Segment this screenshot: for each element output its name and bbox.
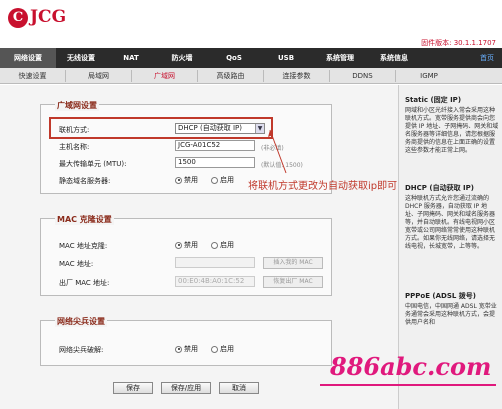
mac-address-input[interactable] bbox=[175, 257, 255, 268]
annotation-note: 将联机方式更改为自动获取ip即可 bbox=[248, 181, 398, 192]
save-apply-button[interactable]: 保存/应用 bbox=[161, 382, 211, 394]
factory-mac-label: 出厂 MAC 地址: bbox=[59, 279, 110, 287]
wormhole-crack-label: 网络尖兵破解: bbox=[59, 346, 104, 354]
radio-on-icon bbox=[175, 241, 182, 249]
save-button[interactable]: 保存 bbox=[113, 382, 153, 394]
help-pppoe-text: 中国电信，中国网通 ADSL 宽带业务通常会采用这种联机方式，会提供用户名和 bbox=[405, 303, 497, 326]
wormhole-enable-radio[interactable]: 启用 bbox=[211, 344, 234, 354]
factory-mac-input[interactable]: 00:E0:4B:A0:1C:52 bbox=[175, 276, 255, 287]
action-bar: 保存 保存/应用 取消 bbox=[40, 378, 332, 398]
radio-on-icon bbox=[175, 345, 182, 353]
mac-clone-enable-radio[interactable]: 启用 bbox=[211, 240, 234, 250]
radio-off-icon bbox=[211, 241, 218, 249]
mac-clone-enable-label: 启用 bbox=[220, 241, 234, 249]
help-dhcp-text: 这种联机方式允许您通过流确的 DHCP 服务器，自动获取 IP 地址、子网掩码、… bbox=[405, 195, 496, 250]
radio-off-icon bbox=[211, 345, 218, 353]
mac-clone-disable-label: 禁用 bbox=[184, 241, 198, 249]
mac-section-title: MAC 克隆设置 bbox=[55, 214, 114, 225]
wormhole-enable-label: 启用 bbox=[220, 345, 234, 353]
watermark-underline bbox=[320, 384, 496, 386]
wormhole-disable-label: 禁用 bbox=[184, 345, 198, 353]
wormhole-disable-radio[interactable]: 禁用 bbox=[175, 344, 198, 354]
insert-my-mac-button[interactable]: 插入我的 MAC bbox=[263, 257, 323, 269]
mac-clone-label: MAC 地址克隆: bbox=[59, 242, 108, 250]
cancel-button[interactable]: 取消 bbox=[219, 382, 259, 394]
mac-clone-disable-radio[interactable]: 禁用 bbox=[175, 240, 198, 250]
help-static-heading: Static (固定 IP) bbox=[405, 96, 462, 104]
help-static-text: 网域和小区光纤接入常会采用这种联机方式。宽带服务提供商会向您提供 IP 地址、子… bbox=[405, 107, 499, 154]
restore-factory-mac-button[interactable]: 恢复出厂 MAC bbox=[263, 276, 323, 288]
wormhole-section-title: 网络尖兵设置 bbox=[55, 316, 107, 327]
help-pppoe-heading: PPPoE (ADSL 拨号) bbox=[405, 292, 476, 300]
help-dhcp-heading: DHCP (自动获取 IP) bbox=[405, 184, 474, 192]
mac-section: MAC 克隆设置 MAC 地址克隆: 禁用 启用 MAC 地址: 插入我的 MA… bbox=[40, 214, 332, 296]
watermark: 886abc.com bbox=[330, 352, 492, 381]
wormhole-section: 网络尖兵设置 网络尖兵破解: 禁用 启用 bbox=[40, 316, 332, 366]
mac-address-label: MAC 地址: bbox=[59, 260, 94, 268]
